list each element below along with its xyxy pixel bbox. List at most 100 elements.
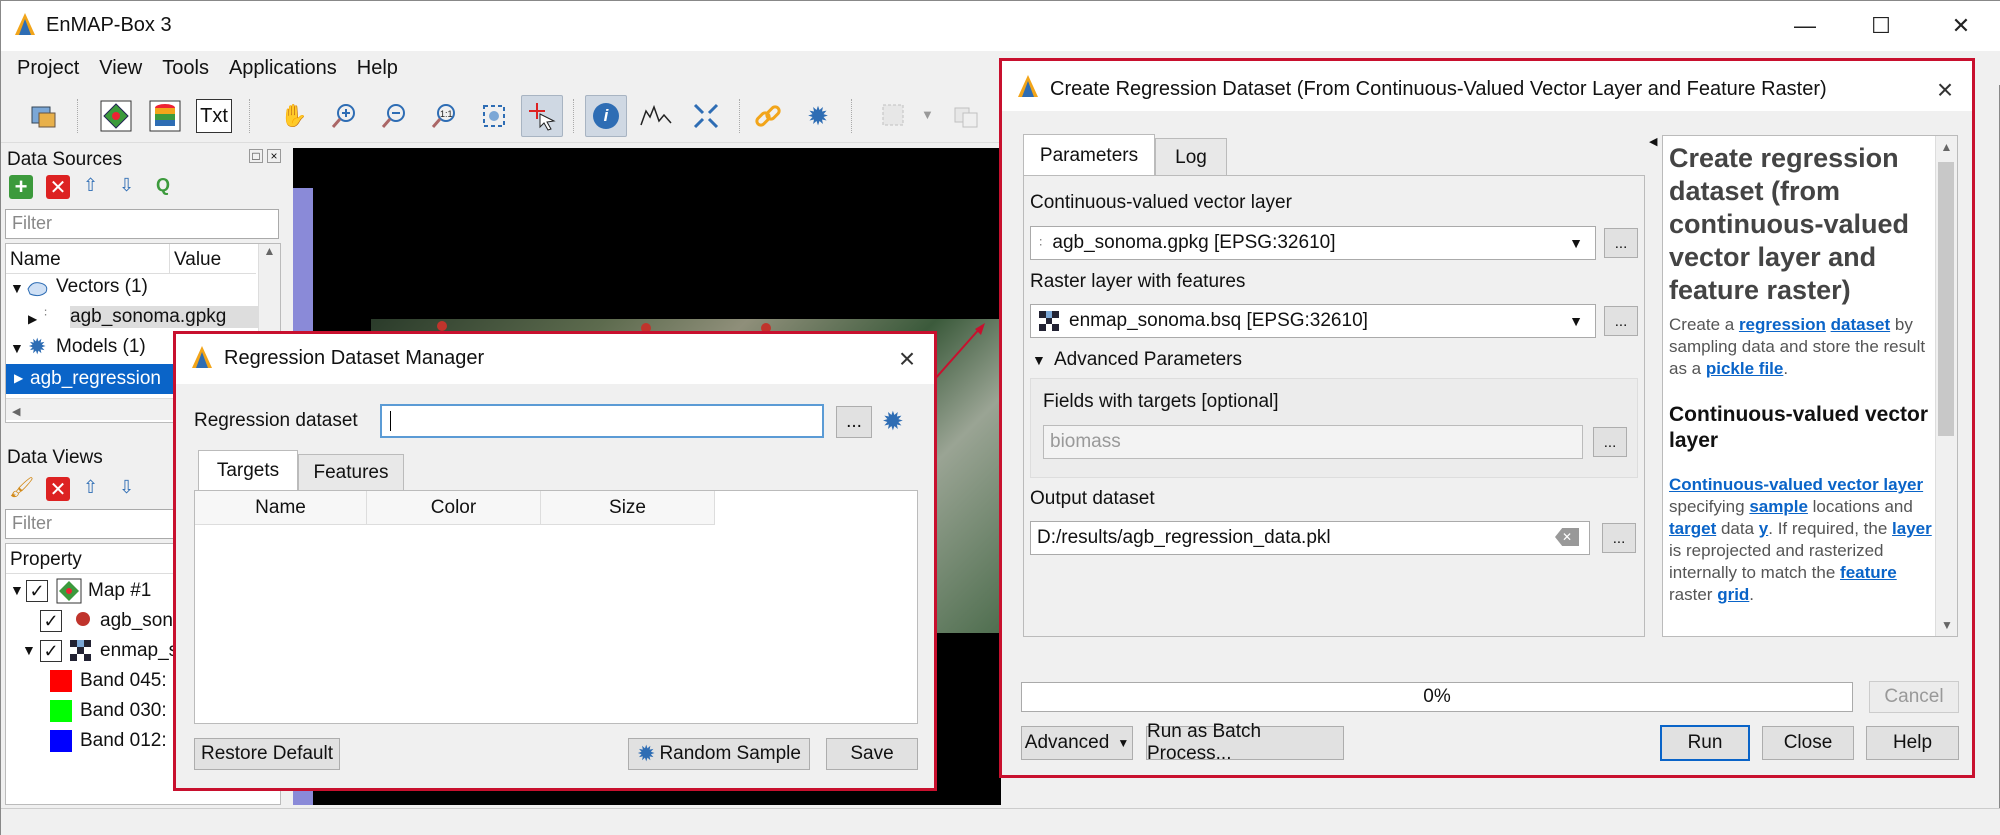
zoom-full-icon[interactable] (473, 95, 515, 137)
identify-info-icon[interactable]: i (585, 95, 627, 137)
expand-model-item-icon[interactable]: ▶ (14, 371, 23, 385)
close-button[interactable]: Close (1762, 726, 1854, 760)
band-blue-label[interactable]: Band 012: (80, 730, 167, 752)
model-item-label[interactable]: agb_regression (30, 368, 161, 390)
expand-layer2-icon[interactable]: ▼ (22, 642, 36, 658)
help-scrollbar[interactable]: ▲ ▼ (1935, 136, 1957, 636)
pan-hand-icon[interactable]: ✋ (273, 95, 315, 137)
zoom-native-icon[interactable]: 1:1 (423, 95, 465, 137)
vector-layer-browse-button[interactable]: ... (1604, 228, 1638, 258)
link-pickle-file[interactable]: pickle file (1706, 359, 1783, 378)
map-label[interactable]: Map #1 (88, 580, 151, 602)
vector-item-label[interactable]: agb_sonoma.gpkg (70, 306, 258, 328)
tab-parameters[interactable]: Parameters (1023, 134, 1155, 176)
layer1-visible-checkbox[interactable]: ✓ (40, 610, 62, 632)
output-dataset-input[interactable]: D:/results/agb_regression_data.pkl ✕ (1030, 521, 1590, 555)
zoom-out-icon[interactable] (373, 95, 415, 137)
collapse-all-icon[interactable]: ⇧ (83, 175, 98, 196)
fields-targets-browse-button[interactable]: ... (1593, 427, 1627, 457)
tab-log[interactable]: Log (1155, 138, 1227, 176)
expand-vectors-icon[interactable]: ▼ (10, 280, 24, 296)
select-features-icon[interactable] (873, 95, 915, 137)
rdm-gear-menu-icon[interactable]: ✹ (882, 406, 904, 437)
link-grid[interactable]: grid (1717, 585, 1749, 604)
crd-close-icon[interactable]: × (1926, 71, 1964, 109)
expand-map-icon[interactable]: ▼ (10, 582, 24, 598)
raster-layer-combo[interactable]: enmap_sonoma.bsq [EPSG:32610] ▼ (1030, 304, 1596, 338)
clear-input-icon[interactable]: ✕ (1555, 528, 1579, 546)
restore-default-button[interactable]: Restore Default (194, 738, 340, 770)
cancel-button[interactable]: Cancel (1869, 681, 1959, 713)
settings-gear-icon[interactable]: ✹ (797, 95, 839, 137)
link-vector-layer[interactable]: Continuous-valued vector layer (1669, 475, 1923, 494)
col-color[interactable]: Color (367, 491, 541, 525)
tab-features[interactable]: Features (298, 454, 404, 490)
col-value-header[interactable]: Value (174, 249, 221, 271)
run-batch-button[interactable]: Run as Batch Process... (1146, 721, 1344, 764)
select-location-icon[interactable] (521, 95, 563, 137)
help-button[interactable]: Help (1866, 726, 1959, 760)
menu-view[interactable]: View (89, 57, 152, 80)
expand-models-icon[interactable]: ▼ (10, 340, 24, 356)
link-y[interactable]: y (1759, 519, 1768, 538)
rdm-close-icon[interactable]: × (888, 340, 926, 378)
vectors-group-label[interactable]: Vectors (1) (56, 276, 148, 298)
tab-targets[interactable]: Targets (198, 450, 298, 490)
advanced-menu-button[interactable]: Advanced ▼ (1021, 726, 1133, 760)
layer2-visible-checkbox[interactable]: ✓ (40, 640, 62, 662)
remove-view-icon[interactable]: ✕ (46, 477, 70, 501)
col-property-header[interactable]: Property (10, 549, 82, 571)
remove-datasource-icon[interactable]: ✕ (46, 175, 70, 199)
link-maps-icon[interactable] (747, 95, 789, 137)
col-name[interactable]: Name (195, 491, 367, 525)
regression-dataset-input[interactable] (380, 404, 824, 438)
layer1-label[interactable]: agb_son (100, 610, 173, 632)
float-panel-icon[interactable]: □ (249, 149, 263, 163)
maximize-icon[interactable]: ☐ (1849, 1, 1913, 51)
advanced-collapse-icon[interactable]: ▼ (1032, 352, 1046, 368)
add-raster-icon[interactable] (95, 95, 137, 137)
zoom-in-icon[interactable] (323, 95, 365, 137)
vector-layer-combo[interactable]: ∶ agb_sonoma.gpkg [EPSG:32610] ▼ (1030, 226, 1596, 260)
col-name-header[interactable]: Name (10, 249, 61, 271)
fields-targets-input[interactable]: biomass (1043, 425, 1583, 459)
band-green-label[interactable]: Band 030: (80, 700, 167, 722)
collapse-views-icon[interactable]: ⇧ (83, 477, 98, 498)
link-regression[interactable]: regression (1739, 315, 1826, 334)
dropdown-arrow-icon[interactable]: ▼ (921, 107, 934, 122)
link-sample[interactable]: sample (1749, 497, 1808, 516)
datasource-filter-input[interactable]: Filter (5, 209, 279, 239)
menu-project[interactable]: Project (7, 57, 89, 80)
models-group-label[interactable]: Models (1) (56, 336, 146, 358)
expand-all-icon[interactable]: ⇩ (119, 175, 134, 196)
output-dataset-browse-button[interactable]: ... (1602, 523, 1636, 553)
rdm-browse-button[interactable]: ... (836, 406, 872, 438)
crosshair-hand-icon[interactable] (685, 95, 727, 137)
collapse-help-icon[interactable]: ◀ (1649, 135, 1657, 148)
menu-applications[interactable]: Applications (219, 57, 347, 80)
spectral-profile-icon[interactable] (635, 95, 677, 137)
qgis-sync-icon[interactable]: Q (156, 175, 170, 196)
close-window-icon[interactable]: ✕ (1929, 1, 1993, 51)
close-panel-icon[interactable]: × (267, 149, 281, 163)
link-dataset[interactable]: dataset (1831, 315, 1891, 334)
link-target[interactable]: target (1669, 519, 1716, 538)
expand-views-icon[interactable]: ⇩ (119, 477, 134, 498)
run-button[interactable]: Run (1660, 725, 1750, 761)
menu-help[interactable]: Help (347, 57, 408, 80)
add-database-icon[interactable] (144, 95, 186, 137)
link-feature[interactable]: feature (1840, 563, 1897, 582)
advanced-parameters-toggle[interactable]: Advanced Parameters (1054, 349, 1242, 371)
add-text-view-icon[interactable]: Txt (193, 95, 235, 137)
random-sample-button[interactable]: ✹ Random Sample (628, 738, 810, 770)
raster-layer-browse-button[interactable]: ... (1604, 306, 1638, 336)
deselect-features-icon[interactable] (945, 95, 987, 137)
link-layer[interactable]: layer (1892, 519, 1932, 538)
layer2-label[interactable]: enmap_s (100, 640, 178, 662)
band-red-label[interactable]: Band 045: (80, 670, 167, 692)
minimize-icon[interactable]: — (1773, 1, 1837, 51)
open-project-icon[interactable] (23, 95, 65, 137)
add-datasource-icon[interactable]: + (9, 174, 33, 199)
rdm-save-button[interactable]: Save (826, 738, 918, 770)
map-visible-checkbox[interactable]: ✓ (26, 580, 48, 602)
